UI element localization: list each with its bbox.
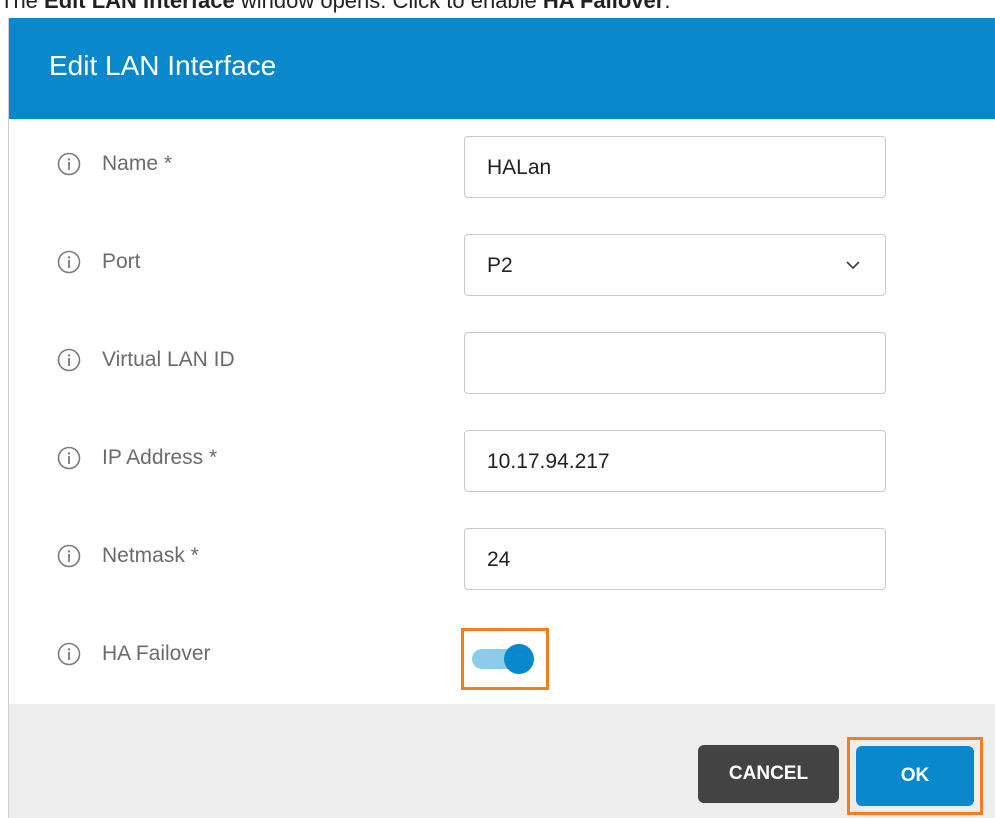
netmask-label: Netmask * (102, 544, 199, 567)
virtual-lan-id-field[interactable] (464, 332, 886, 394)
caption-middle: window opens. Click to enable (234, 0, 543, 13)
caption-toggle-name: HA Failover (542, 0, 665, 13)
caption-dialog-name: Edit LAN Interface (44, 0, 235, 13)
ok-button[interactable]: OK (856, 746, 974, 806)
instruction-caption: The Edit LAN Interface window opens. Cli… (0, 0, 670, 14)
ha-failover-toggle-knob[interactable] (504, 644, 534, 674)
port-label: Port (102, 250, 141, 273)
port-value: P2 (487, 254, 513, 277)
netmask-field[interactable]: 24 (464, 528, 886, 590)
netmask-row: Netmask * 24 (9, 528, 995, 590)
dialog-header: Edit LAN Interface (9, 18, 995, 119)
ha-failover-label: HA Failover (102, 642, 211, 665)
virtual-lan-id-row: Virtual LAN ID (9, 332, 995, 394)
info-icon[interactable] (57, 250, 81, 274)
virtual-lan-id-label: Virtual LAN ID (102, 348, 235, 371)
caption-prefix: The (0, 0, 45, 13)
edit-lan-interface-dialog: Edit LAN Interface Name * HALan Port P2 … (8, 18, 995, 818)
info-icon[interactable] (57, 544, 81, 568)
ha-failover-row: HA Failover (9, 628, 995, 696)
ok-button-highlight: OK (847, 737, 983, 815)
netmask-value: 24 (487, 548, 511, 571)
dialog-footer: CANCEL OK (9, 704, 995, 818)
info-icon[interactable] (57, 152, 81, 176)
name-label: Name * (102, 152, 173, 175)
info-icon[interactable] (57, 348, 81, 372)
info-icon[interactable] (57, 642, 81, 666)
port-row: Port P2 (9, 234, 995, 296)
chevron-down-icon[interactable] (845, 257, 861, 273)
ip-address-row: IP Address * 10.17.94.217 (9, 430, 995, 492)
name-field[interactable]: HALan (464, 136, 886, 198)
ip-address-field[interactable]: 10.17.94.217 (464, 430, 886, 492)
page: The Edit LAN Interface window opens. Cli… (0, 0, 995, 818)
cancel-button[interactable]: CANCEL (698, 745, 839, 803)
name-row: Name * HALan (9, 136, 995, 198)
ip-address-label: IP Address * (102, 446, 218, 469)
name-value: HALan (487, 156, 552, 179)
ha-failover-highlight (461, 628, 549, 690)
info-icon[interactable] (57, 446, 81, 470)
caption-suffix: . (664, 0, 671, 13)
ip-address-value: 10.17.94.217 (487, 450, 610, 473)
dialog-title: Edit LAN Interface (49, 50, 277, 81)
port-select[interactable]: P2 (464, 234, 886, 296)
